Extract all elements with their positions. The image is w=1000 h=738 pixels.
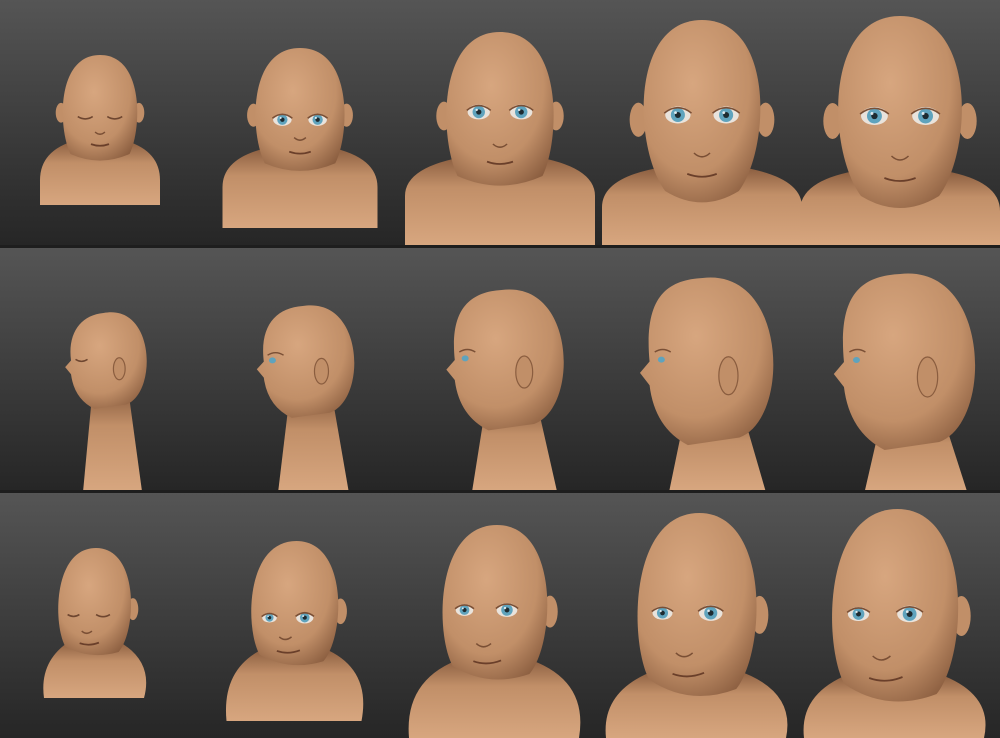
head-growth-sheet xyxy=(0,0,1000,738)
profile-view-canvas xyxy=(0,248,1000,490)
front-view-row xyxy=(0,0,1000,245)
three-quarter-view-canvas xyxy=(0,493,1000,738)
profile-view-row xyxy=(0,248,1000,490)
front-view-canvas xyxy=(0,0,1000,245)
three-quarter-view-row xyxy=(0,493,1000,738)
